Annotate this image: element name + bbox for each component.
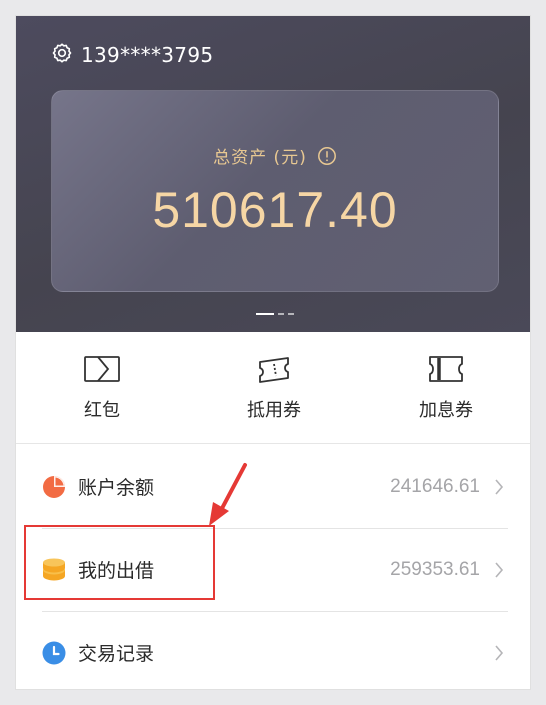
annotation-arrow-icon: [209, 463, 247, 526]
chevron-right-icon: [494, 644, 504, 662]
carousel-dot: [278, 313, 284, 315]
user-info[interactable]: 139****3795: [51, 42, 213, 68]
list-item-value: 259353.61: [390, 558, 480, 580]
list-item-transaction-history[interactable]: 交易记录: [16, 611, 530, 689]
quick-action-voucher[interactable]: 抵用券: [188, 332, 360, 443]
carousel-indicator: [256, 313, 294, 315]
asset-label-row: 总资产 (元): [52, 143, 498, 168]
account-header: 139****3795 总资产 (元) 510617.40: [16, 16, 530, 332]
chevron-right-icon: [494, 478, 504, 496]
red-packet-icon: [82, 354, 122, 384]
quick-actions: 红包 抵用券 加息券: [16, 332, 530, 444]
quick-action-label: 加息券: [419, 400, 473, 421]
pie-chart-icon: [42, 475, 66, 499]
total-assets-label: 总资产 (元): [213, 148, 307, 168]
quick-action-label: 红包: [84, 400, 120, 421]
list-item-value: 241646.61: [390, 475, 480, 497]
list-item-label: 交易记录: [78, 643, 155, 665]
voucher-icon: [254, 354, 294, 384]
gear-icon[interactable]: [51, 42, 73, 68]
total-assets-value: 510617.40: [152, 182, 398, 238]
chevron-right-icon: [494, 561, 504, 579]
carousel-dot-active: [256, 313, 274, 315]
user-phone: 139****3795: [81, 43, 214, 67]
carousel-dot: [288, 313, 294, 315]
quick-action-label: 抵用券: [247, 400, 301, 421]
quick-action-interest-coupon[interactable]: 加息券: [360, 332, 530, 443]
total-assets-card[interactable]: 总资产 (元) 510617.40: [51, 90, 499, 292]
quick-action-red-packet[interactable]: 红包: [16, 332, 188, 443]
interest-coupon-icon: [426, 354, 466, 384]
clock-icon: [42, 641, 66, 665]
list-item-account-balance[interactable]: 账户余额 241646.61: [16, 445, 530, 528]
annotation-highlight-box: [24, 525, 215, 600]
info-icon[interactable]: [317, 146, 337, 166]
